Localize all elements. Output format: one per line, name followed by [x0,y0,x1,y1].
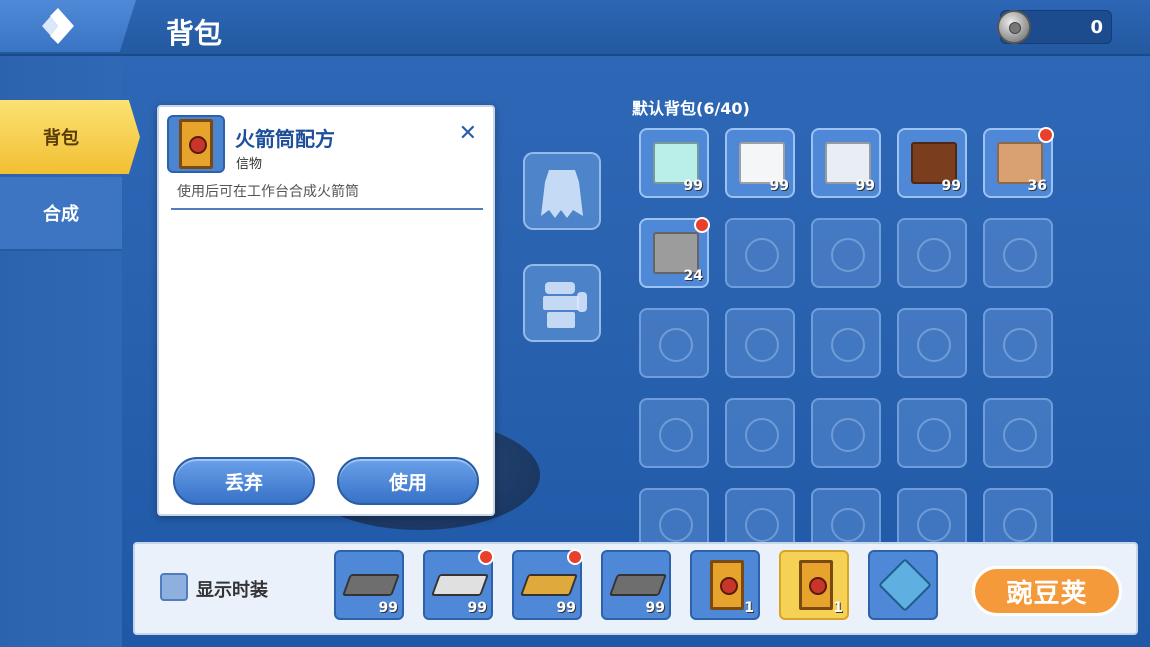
inventory-slot-empty[interactable] [811,218,881,288]
recipe-book-icon [179,119,213,169]
item-count: 1 [744,600,754,616]
equip-slot-cape[interactable] [523,152,601,230]
inventory-slot-gray-block[interactable]: 24 [639,217,710,288]
inventory-slot-white-block[interactable]: 99 [725,128,795,198]
item-type: 信物 [236,157,263,172]
new-badge [478,549,494,565]
back-button[interactable] [0,0,136,52]
inventory-slot-tan-block[interactable]: 36 [983,127,1054,198]
item-count: 99 [855,178,875,194]
new-badge [567,549,583,565]
inventory-slot-empty[interactable] [897,308,967,378]
item-thumbnail [167,115,225,173]
tab-craft[interactable]: 合成 [0,177,122,251]
iron-ingot-icon [608,574,668,596]
discard-button[interactable]: 丢弃 [173,457,315,505]
close-icon[interactable]: ✕ [459,121,477,146]
inventory-slot-empty[interactable] [639,308,709,378]
tab-backpack[interactable]: 背包 [0,100,140,174]
item-count: 99 [645,600,665,616]
silver-ingot-icon [430,574,490,596]
crystal-icon [878,558,932,612]
recipe-book-icon [799,560,833,610]
coin-icon [997,10,1031,44]
item-name: 火箭筒配方 [235,127,335,151]
hotbar-slot-crystal[interactable] [868,550,938,620]
inventory-slot-empty[interactable] [725,218,795,288]
equip-slot-backpack[interactable] [523,264,601,342]
item-count: 99 [556,600,576,616]
inventory-slot-wooden-chest[interactable]: 99 [897,128,967,198]
watermark-logo: 豌豆荚 [972,566,1122,616]
recipe-book-icon [710,560,744,610]
inventory-slot-empty[interactable] [983,398,1053,468]
page-title: 背包 [166,17,223,50]
inventory-slot-empty[interactable] [897,218,967,288]
item-count: 99 [378,600,398,616]
item-count: 99 [941,178,961,194]
item-count: 99 [467,600,487,616]
currency-value: 0 [1090,17,1103,38]
hotbar-slot-iron-ingot[interactable]: 99 [601,550,671,620]
hotbar-slot-recipe-book[interactable]: 1 [690,550,760,620]
back-arrow-icon [42,8,74,44]
inventory-slot-empty[interactable] [983,308,1053,378]
inventory-slot-empty[interactable] [897,398,967,468]
item-count: 1 [833,600,843,616]
inventory-slot-empty[interactable] [983,218,1053,288]
new-badge [694,217,710,233]
inventory-slot-glass-block[interactable]: 99 [811,128,881,198]
hotbar-slot-gold-ingot[interactable]: 99 [512,549,583,620]
item-count: 36 [1027,178,1047,194]
gold-ingot-icon [519,574,579,596]
currency-display: 0 [997,10,1112,44]
inventory-slot-empty[interactable] [639,398,709,468]
hotbar-slot-silver-ingot[interactable]: 99 [423,549,494,620]
inventory-slot-empty[interactable] [725,308,795,378]
inventory-title: 默认背包(6/40) [632,99,750,118]
item-count: 24 [683,268,703,284]
divider [171,208,483,210]
hotbar-slot-iron-ingot[interactable]: 99 [334,550,404,620]
backpack-icon [543,282,587,328]
iron-ingot-icon [341,574,401,596]
new-badge [1038,127,1054,143]
cape-icon [541,170,583,218]
inventory-slot-empty[interactable] [811,398,881,468]
hotbar-slot-recipe-book[interactable]: 1 [779,550,849,620]
item-detail-popup: 火箭筒配方 信物 ✕ 使用后可在工作台合成火箭筒 丢弃 使用 [157,105,495,516]
item-description: 使用后可在工作台合成火箭筒 [177,184,359,200]
show-fashion-label: 显示时装 [196,580,268,601]
show-fashion-checkbox[interactable] [160,573,188,601]
top-bar: 背包 0 [0,0,1150,56]
item-count: 99 [769,178,789,194]
inventory-slot-empty[interactable] [725,398,795,468]
inventory-slot-empty[interactable] [811,308,881,378]
use-button[interactable]: 使用 [337,457,479,505]
inventory-slot-light-blue-block[interactable]: 99 [639,128,709,198]
item-count: 99 [683,178,703,194]
